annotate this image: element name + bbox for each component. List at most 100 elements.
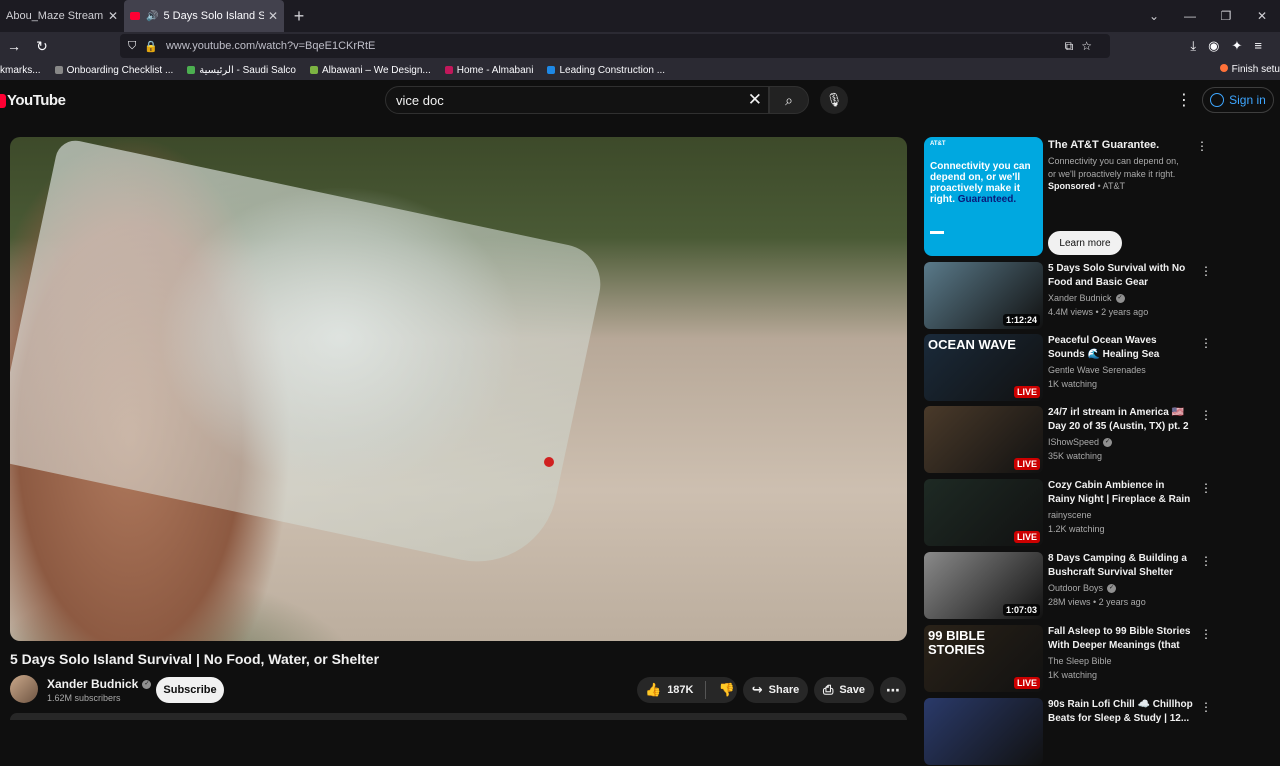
subscribe-button[interactable]: Subscribe (156, 677, 224, 703)
recommendation-title[interactable]: Peaceful Ocean Waves Sounds 🌊 Healing Se… (1048, 334, 1194, 362)
dislike-icon[interactable]: 👎 (718, 682, 734, 698)
bookmark-label: Onboarding Checklist ... (66, 64, 174, 76)
ad-thumbnail[interactable]: AT&T Connectivity you can depend on, or … (924, 137, 1043, 256)
bookmark-item[interactable]: Finish setu (1219, 64, 1280, 75)
recommendation-channel[interactable]: Xander Budnick ✓ (1048, 293, 1125, 303)
video-thumbnail[interactable]: 1:12:24 (924, 262, 1043, 329)
ad-title[interactable]: The AT&T Guarantee. (1048, 139, 1159, 151)
recommendation-item[interactable]: 1:07:03 8 Days Camping & Building a Bushc… (924, 552, 1224, 620)
recommendation-menu-icon[interactable]: ⋮ (1200, 408, 1212, 422)
close-window-icon[interactable]: ✕ (1244, 9, 1280, 23)
bookmark-item[interactable]: الرئيسية - Saudi Salco (187, 65, 296, 76)
video-thumbnail[interactable]: OCEAN WAVE LIVE (924, 334, 1043, 401)
recommendation-channel[interactable]: The Sleep Bible (1048, 656, 1112, 666)
channel-text: The Sleep Bible (1048, 656, 1112, 666)
bookmark-item[interactable]: kmarks... (0, 65, 41, 76)
lock-icon[interactable]: 🔒 (144, 40, 158, 53)
firefox-icon (1219, 64, 1228, 72)
recommendation-item[interactable]: LIVE Cozy Cabin Ambience in Rainy Night |… (924, 479, 1224, 547)
recommendation-menu-icon[interactable]: ⋮ (1200, 554, 1212, 568)
video-thumbnail[interactable]: LIVE (924, 406, 1043, 473)
recommendation-title[interactable]: 8 Days Camping & Building a Bushcraft Su… (1048, 552, 1194, 580)
recommendation-title[interactable]: 24/7 irl stream in America 🇺🇸 Day 20 of … (1048, 406, 1194, 434)
save-button[interactable]: ⎙ Save (814, 677, 874, 703)
video-frame-bottle (10, 137, 608, 577)
recommendation-item[interactable]: 90s Rain Lofi Chill ☁️ Chillhop Beats fo… (924, 698, 1224, 766)
bookmark-item[interactable]: Onboarding Checklist ... (54, 64, 174, 76)
recommendation-channel[interactable]: Outdoor Boys ✓ (1048, 583, 1117, 593)
recommendation-title[interactable]: 90s Rain Lofi Chill ☁️ Chillhop Beats fo… (1048, 698, 1194, 726)
video-thumbnail[interactable]: LIVE (924, 479, 1043, 546)
forward-icon[interactable]: → (0, 38, 28, 54)
tab-list-icon[interactable]: ⌄ (1136, 9, 1172, 23)
live-badge: LIVE (1013, 386, 1040, 398)
browser-tab-1[interactable]: Abou_Maze Stream - Watch ✕ (0, 0, 124, 32)
recommendation-item[interactable]: 1:12:24 5 Days Solo Survival with No Food… (924, 262, 1224, 330)
speaker-icon[interactable]: 🔊 (146, 11, 158, 22)
bookmark-item[interactable]: Home - Almabani (444, 64, 534, 76)
more-actions-button[interactable]: ⋯ (880, 677, 906, 703)
window-controls: ⌄ — ❐ ✕ (1136, 0, 1280, 32)
search-button[interactable]: ⌕ (769, 86, 809, 114)
video-thumbnail[interactable]: 99 BIBLE STORIES LIVE (924, 625, 1043, 692)
extensions-icon[interactable]: ✦ (1232, 38, 1255, 53)
picture-in-picture-icon[interactable]: ⧉ (1065, 39, 1082, 53)
video-player[interactable] (10, 137, 907, 641)
youtube-logo[interactable]: YouTube (0, 92, 66, 109)
reload-icon[interactable]: ↻ (28, 38, 56, 55)
recommendation-meta: 1.2K watching (1048, 524, 1105, 534)
menu-icon[interactable]: ≡ (1254, 38, 1274, 53)
close-tab-icon[interactable]: ✕ (108, 9, 118, 23)
channel-name[interactable]: Xander Budnick ✓ (47, 677, 152, 691)
settings-menu-icon[interactable]: ⋮ (1176, 90, 1192, 110)
channel-avatar[interactable] (10, 675, 38, 703)
channel-name-text: Xander Budnick (47, 677, 139, 691)
youtube-favicon-icon (130, 12, 140, 20)
video-thumbnail[interactable] (924, 698, 1043, 765)
recommendation-menu-icon[interactable]: ⋮ (1200, 481, 1212, 495)
voice-search-button[interactable]: 🎙 (820, 86, 848, 114)
share-label: Share (768, 684, 800, 696)
search-input[interactable]: vice doc ✕ (385, 86, 769, 114)
browser-tab-2[interactable]: 🔊 5 Days Solo Island Survival ✕ (124, 0, 284, 32)
bookmark-item[interactable]: Leading Construction ... (547, 65, 665, 76)
recommendation-menu-icon[interactable]: ⋮ (1200, 336, 1212, 350)
like-icon[interactable]: 👍 (645, 682, 661, 698)
ad-menu-icon[interactable]: ⋮ (1196, 139, 1208, 153)
recommendation-item[interactable]: OCEAN WAVE LIVE Peaceful Ocean Waves Sound… (924, 334, 1224, 402)
new-tab-button[interactable]: + (284, 6, 314, 27)
video-thumbnail[interactable]: 1:07:03 (924, 552, 1043, 619)
bookmark-item[interactable]: Albawani – We Design... (310, 65, 431, 76)
favicon-icon (310, 66, 318, 74)
recommendation-title[interactable]: Fall Asleep to 99 Bible Stories With Dee… (1048, 625, 1194, 653)
bookmark-star-icon[interactable]: ☆ (1081, 39, 1100, 53)
close-tab-icon[interactable]: ✕ (268, 9, 278, 23)
like-count[interactable]: 187K (667, 684, 693, 696)
description-box[interactable] (10, 713, 907, 720)
video-frame-cap (544, 457, 554, 467)
recommendation-title[interactable]: 5 Days Solo Survival with No Food and Ba… (1048, 262, 1194, 290)
download-icon[interactable]: ⤓ (1190, 38, 1208, 53)
recommendation-item[interactable]: 99 BIBLE STORIES LIVE Fall Asleep to 99 Bi… (924, 625, 1224, 693)
recommendation-title[interactable]: Cozy Cabin Ambience in Rainy Night | Fir… (1048, 479, 1194, 507)
share-button[interactable]: ↪ Share (743, 677, 808, 703)
recommendation-item[interactable]: LIVE 24/7 irl stream in America 🇺🇸 Day 20… (924, 406, 1224, 474)
restore-icon[interactable]: ❐ (1208, 9, 1244, 23)
recommendation-channel[interactable]: Gentle Wave Serenades (1048, 365, 1146, 375)
shield-icon[interactable]: ⛉ (128, 40, 136, 53)
recommendation-menu-icon[interactable]: ⋮ (1200, 700, 1212, 714)
recommendation-channel[interactable]: rainyscene (1048, 510, 1092, 520)
clear-search-icon[interactable]: ✕ (748, 90, 762, 110)
account-icon[interactable]: ◉ (1208, 38, 1231, 53)
recommendation-channel[interactable]: IShowSpeed ✓ (1048, 437, 1113, 447)
bookmark-label: Home - Almabani (456, 64, 534, 76)
recommendation-menu-icon[interactable]: ⋮ (1200, 264, 1212, 278)
thumbnail-text: OCEAN WAVE (928, 337, 1016, 352)
ad-thumb-text: Connectivity you can depend on, or we'll… (930, 161, 1038, 205)
bookmark-label: kmarks... (0, 64, 41, 76)
learn-more-button[interactable]: Learn more (1048, 231, 1122, 255)
sign-in-button[interactable]: Sign in (1202, 87, 1274, 113)
address-bar[interactable]: ⛉ 🔒 www.youtube.com/watch?v=BqeE1CKrRtE … (120, 34, 1110, 58)
recommendation-menu-icon[interactable]: ⋮ (1200, 627, 1212, 641)
minimize-icon[interactable]: — (1172, 9, 1208, 23)
